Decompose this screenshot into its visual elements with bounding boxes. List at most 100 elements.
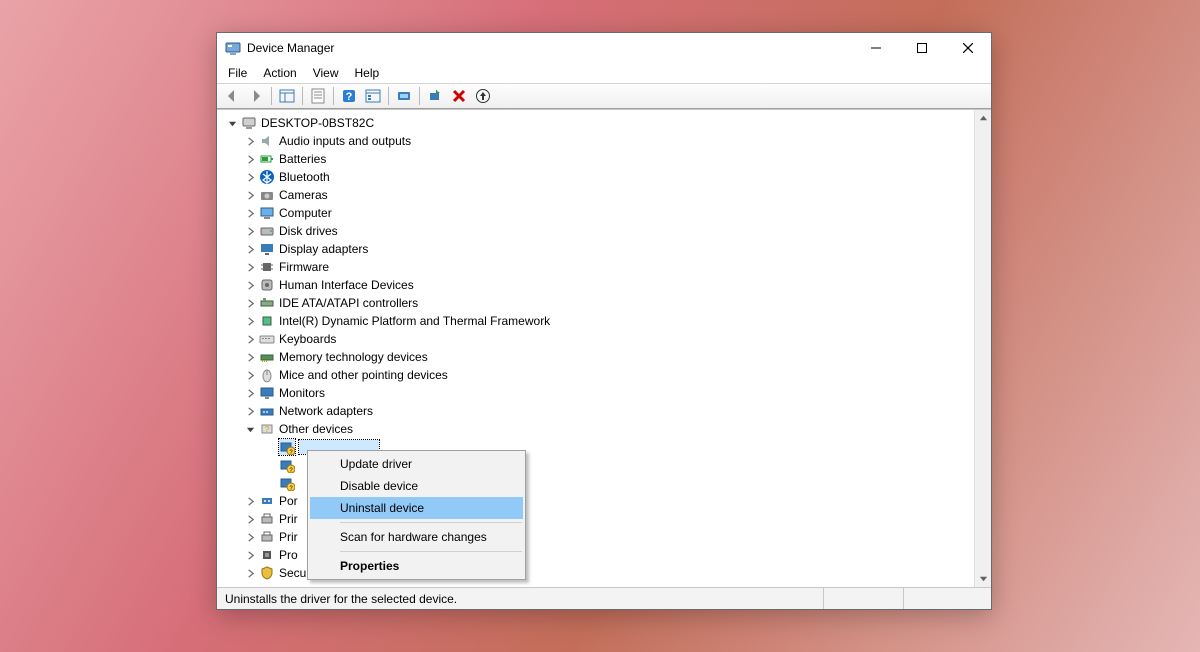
chevron-right-icon[interactable] (243, 134, 257, 148)
close-button[interactable] (945, 33, 991, 63)
bluetooth-icon (259, 169, 275, 185)
context-separator (340, 522, 522, 523)
ide-icon (259, 295, 275, 311)
chevron-right-icon[interactable] (243, 512, 257, 526)
chevron-right-icon[interactable] (243, 296, 257, 310)
menu-view[interactable]: View (306, 64, 346, 82)
status-text: Uninstalls the driver for the selected d… (225, 592, 457, 606)
help-button[interactable]: ? (338, 85, 360, 107)
svg-text:?: ? (346, 91, 353, 103)
tree-category-label: Computer (279, 206, 332, 220)
tree-category-label: Cameras (279, 188, 328, 202)
chevron-down-icon[interactable] (225, 116, 239, 130)
display-icon (259, 241, 275, 257)
toolbar: ? (217, 83, 991, 109)
tree-category[interactable]: Batteries (221, 150, 974, 168)
tree-category[interactable]: Keyboards (221, 330, 974, 348)
tree-category-label: Pro (279, 548, 298, 562)
context-uninstall-device[interactable]: Uninstall device (310, 497, 523, 519)
chevron-right-icon[interactable] (243, 242, 257, 256)
context-update-driver[interactable]: Update driver (310, 453, 523, 475)
tree-category[interactable]: Intel(R) Dynamic Platform and Thermal Fr… (221, 312, 974, 330)
tree-root[interactable]: DESKTOP-0BST82C (221, 114, 974, 132)
update-driver-button[interactable] (393, 85, 415, 107)
scroll-down-button[interactable] (975, 570, 991, 587)
vertical-scrollbar[interactable] (974, 110, 991, 587)
chevron-right-icon[interactable] (243, 566, 257, 580)
ports-icon (259, 493, 275, 509)
computer-icon (241, 115, 257, 131)
back-button[interactable] (221, 85, 243, 107)
chevron-right-icon[interactable] (243, 278, 257, 292)
tree-category[interactable]: ?Other devices (221, 420, 974, 438)
tree-category-label: Network adapters (279, 404, 373, 418)
chevron-right-icon[interactable] (243, 332, 257, 346)
maximize-button[interactable] (899, 33, 945, 63)
tree-category[interactable]: Audio inputs and outputs (221, 132, 974, 150)
uninstall-button[interactable] (448, 85, 470, 107)
tree-category[interactable]: IDE ATA/ATAPI controllers (221, 294, 974, 312)
tree-category-label: IDE ATA/ATAPI controllers (279, 296, 418, 310)
context-scan-hardware[interactable]: Scan for hardware changes (310, 526, 523, 548)
unknown-dev-icon: ? (279, 475, 295, 491)
context-properties[interactable]: Properties (310, 555, 523, 577)
chevron-right-icon[interactable] (243, 152, 257, 166)
up-button[interactable] (472, 85, 494, 107)
chevron-right-icon[interactable] (243, 314, 257, 328)
chevron-right-icon[interactable] (243, 530, 257, 544)
tree-category-label: Memory technology devices (279, 350, 428, 364)
show-hide-tree-button[interactable] (276, 85, 298, 107)
chevron-down-icon[interactable] (243, 422, 257, 436)
tree-category-label: Prir (279, 530, 298, 544)
tree-category[interactable]: Cameras (221, 186, 974, 204)
chevron-right-icon[interactable] (243, 224, 257, 238)
minimize-button[interactable] (853, 33, 899, 63)
chevron-right-icon[interactable] (243, 260, 257, 274)
chevron-right-icon[interactable] (243, 206, 257, 220)
tree-category[interactable]: Memory technology devices (221, 348, 974, 366)
menu-file[interactable]: File (221, 64, 254, 82)
toolbar-separator (271, 87, 272, 105)
tree-category[interactable]: Mice and other pointing devices (221, 366, 974, 384)
toolbar-separator (419, 87, 420, 105)
chevron-right-icon[interactable] (243, 386, 257, 400)
chevron-right-icon[interactable] (243, 350, 257, 364)
context-disable-device[interactable]: Disable device (310, 475, 523, 497)
mouse-icon (259, 367, 275, 383)
tree-category-label: Disk drives (279, 224, 338, 238)
tree-category[interactable]: Human Interface Devices (221, 276, 974, 294)
tree-category[interactable]: Firmware (221, 258, 974, 276)
scan-hardware-button[interactable] (424, 85, 446, 107)
menu-help[interactable]: Help (348, 64, 387, 82)
tree-category[interactable]: Display adapters (221, 240, 974, 258)
properties-button[interactable] (307, 85, 329, 107)
disk-icon (259, 223, 275, 239)
chevron-right-icon[interactable] (243, 170, 257, 184)
unknown-dev-icon: ? (279, 439, 295, 455)
tree-category[interactable]: Disk drives (221, 222, 974, 240)
processor-icon (259, 547, 275, 563)
tree-category-label: Secu (279, 566, 306, 580)
context-menu: Update driver Disable device Uninstall d… (307, 450, 526, 580)
scroll-up-button[interactable] (975, 110, 991, 127)
scroll-track[interactable] (975, 127, 991, 570)
chevron-right-icon[interactable] (243, 548, 257, 562)
settings-list-button[interactable] (362, 85, 384, 107)
tree-category[interactable]: Bluetooth (221, 168, 974, 186)
printer-icon (259, 529, 275, 545)
menu-action[interactable]: Action (256, 64, 303, 82)
chevron-right-icon[interactable] (243, 494, 257, 508)
hid-icon (259, 277, 275, 293)
forward-button[interactable] (245, 85, 267, 107)
tree-category[interactable]: Network adapters (221, 402, 974, 420)
tree-category-label: Audio inputs and outputs (279, 134, 411, 148)
tree-category-label: Bluetooth (279, 170, 330, 184)
statusbar-segment (903, 588, 983, 609)
tree-category-label: Firmware (279, 260, 329, 274)
tree-category[interactable]: Computer (221, 204, 974, 222)
tree-category-label: Por (279, 494, 298, 508)
chevron-right-icon[interactable] (243, 404, 257, 418)
tree-category[interactable]: Monitors (221, 384, 974, 402)
chevron-right-icon[interactable] (243, 368, 257, 382)
chevron-right-icon[interactable] (243, 188, 257, 202)
